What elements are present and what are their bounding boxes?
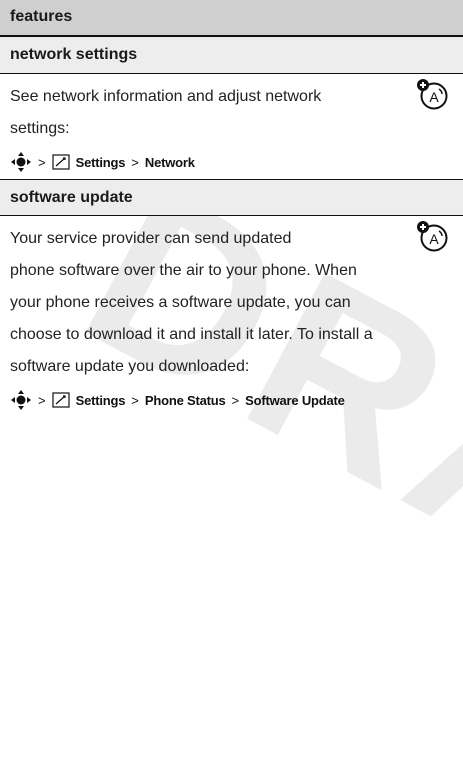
path-item: Settings (75, 392, 126, 408)
section-title: software update (0, 180, 463, 216)
section-title: network settings (0, 37, 463, 74)
body-line: software update you downloaded: (10, 358, 250, 375)
nav-key-icon (11, 390, 31, 410)
path-separator: > (38, 154, 46, 170)
section-body: See network information and adjust netwo… (10, 74, 450, 145)
body-line: See network information and adjust netwo… (10, 88, 322, 105)
settings-menu-icon (51, 154, 70, 170)
settings-menu-icon (51, 392, 70, 408)
table-header-title: features (10, 8, 73, 25)
optional-feature-icon: A (417, 221, 448, 252)
section-body: Your service provider can send updated p… (10, 216, 450, 383)
path-item: Network (144, 154, 195, 170)
table-header: features (0, 0, 463, 37)
body-line: your phone receives a software update, y… (10, 294, 351, 311)
section-title-text: software update (10, 189, 133, 206)
body-line: Your service provider can send updated (10, 230, 292, 247)
path-separator: > (38, 392, 46, 408)
menu-path: > Settings > Phone Status > Software Upd… (10, 383, 463, 417)
path-item: Software Update (245, 392, 345, 408)
path-separator: > (131, 154, 139, 170)
path-separator: > (131, 392, 139, 408)
features-table: features network settings A See network … (0, 0, 463, 417)
path-item: Settings (75, 154, 126, 170)
body-line: settings: (10, 120, 70, 137)
optional-feature-icon: A (417, 79, 448, 110)
menu-path: > Settings > Network (10, 145, 463, 179)
section-title-text: network settings (10, 46, 138, 63)
nav-key-icon (11, 152, 31, 172)
svg-text:A: A (429, 231, 439, 247)
body-line: choose to download it and install it lat… (10, 326, 373, 343)
body-line: phone software over the air to your phon… (10, 262, 357, 279)
path-separator: > (231, 392, 240, 408)
network-settings-section: network settings A See network informati… (0, 37, 463, 179)
path-item: Phone Status (144, 392, 226, 408)
svg-text:A: A (429, 89, 439, 105)
software-update-section: software update A Your service provider … (0, 179, 463, 417)
